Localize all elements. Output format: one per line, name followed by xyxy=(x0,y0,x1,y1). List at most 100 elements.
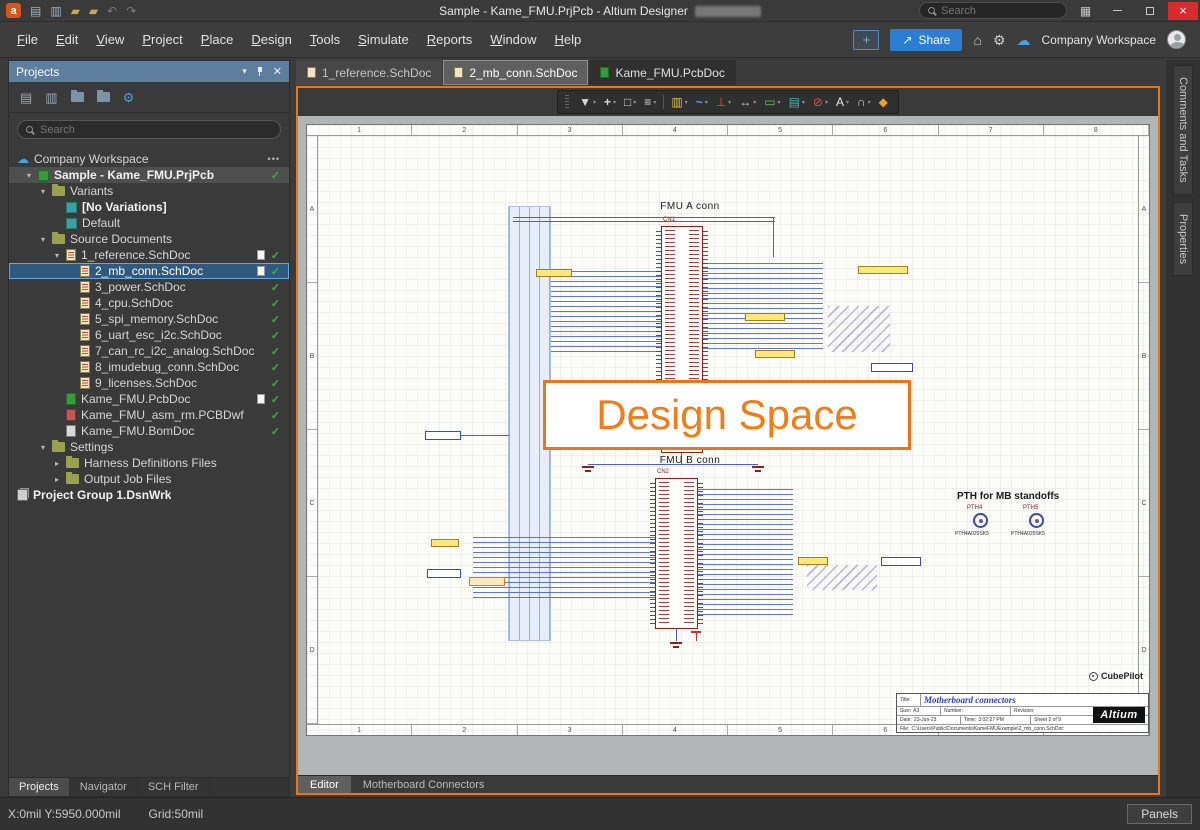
wire-bundle[interactable] xyxy=(551,271,661,353)
panel-close-icon[interactable]: ✕ xyxy=(273,65,282,78)
wire[interactable] xyxy=(513,217,775,218)
filter-button[interactable]: ▼ ▾ xyxy=(576,92,599,112)
tree-item-schdoc[interactable]: 5_spi_memory.SchDoc ✓ xyxy=(9,311,289,327)
wire-bundle[interactable] xyxy=(703,263,823,353)
gnd-symbol[interactable] xyxy=(582,466,594,474)
tree-item-project[interactable]: ▾ Sample - Kame_FMU.PrjPcb ✓ xyxy=(9,167,289,183)
connector-cn2[interactable] xyxy=(650,478,703,629)
port[interactable] xyxy=(425,431,461,440)
global-search[interactable] xyxy=(919,2,1067,19)
sheet-symbol-button[interactable]: ▭ ▾ xyxy=(761,92,783,112)
selection-button[interactable]: □ ▾ xyxy=(621,92,639,112)
tree-item-source-documents[interactable]: ▾ Source Documents xyxy=(9,231,289,247)
add-user-button[interactable]: + xyxy=(853,29,880,50)
panel-dropdown-icon[interactable]: ▾ xyxy=(242,67,247,76)
tree-item-schdoc-selected[interactable]: 2_mb_conn.SchDoc ✓ xyxy=(9,263,289,279)
menu-edit[interactable]: Edit xyxy=(47,28,87,51)
gear-icon[interactable]: ⚙ xyxy=(993,33,1006,47)
close-button[interactable]: × xyxy=(1168,1,1198,20)
wire[interactable] xyxy=(676,629,677,641)
port[interactable] xyxy=(871,363,913,372)
maximize-button[interactable] xyxy=(1136,2,1163,20)
wire-button[interactable]: ~ ▾ xyxy=(693,92,711,112)
pad-button[interactable]: ◆ xyxy=(876,92,891,112)
wire[interactable] xyxy=(773,217,774,257)
expand-icon[interactable]: ▾ xyxy=(41,235,52,244)
power-port-button[interactable]: ⊥ ▾ xyxy=(713,92,734,112)
port[interactable] xyxy=(427,569,461,578)
no-erc-button[interactable]: ⊘ ▾ xyxy=(810,92,831,112)
tab-sch-filter[interactable]: SCH Filter xyxy=(138,778,210,796)
tree-item-schdoc[interactable]: 9_licenses.SchDoc ✓ xyxy=(9,375,289,391)
tree-item-schdoc[interactable]: ▾ 1_reference.SchDoc ✓ xyxy=(9,247,289,263)
explorer-icon[interactable] xyxy=(96,90,110,102)
avatar[interactable] xyxy=(1167,30,1186,49)
minimize-button[interactable] xyxy=(1104,2,1131,20)
datasheet-button[interactable]: ▤ ▾ xyxy=(786,92,808,112)
tree-item-bomdoc[interactable]: Kame_FMU.BomDoc ✓ xyxy=(9,423,289,439)
tree-item-schdoc[interactable]: 4_cpu.SchDoc ✓ xyxy=(9,295,289,311)
net-label[interactable] xyxy=(858,266,908,274)
undo-icon[interactable]: ↶ xyxy=(107,5,117,17)
dimension-button[interactable]: ↔ ▾ xyxy=(736,92,759,112)
power-symbol[interactable] xyxy=(691,631,701,641)
tab-editor[interactable]: Editor xyxy=(298,776,351,793)
text-button[interactable]: A ▾ xyxy=(833,92,852,112)
menu-reports[interactable]: Reports xyxy=(418,28,482,51)
menu-window[interactable]: Window xyxy=(481,28,545,51)
open-folder-icon[interactable]: ▰ xyxy=(71,5,80,17)
save-all-icon[interactable]: ▥ xyxy=(50,5,61,17)
net-label[interactable] xyxy=(431,539,459,547)
doc-tab-reference[interactable]: 1_reference.SchDoc xyxy=(296,60,443,85)
open-project-icon[interactable]: ▰ xyxy=(89,5,98,17)
menu-simulate[interactable]: Simulate xyxy=(349,28,418,51)
menu-place[interactable]: Place xyxy=(192,28,243,51)
net-label[interactable] xyxy=(536,269,572,277)
tree-item-default[interactable]: Default xyxy=(9,215,289,231)
doc-tab-mb-conn[interactable]: 2_mb_conn.SchDoc xyxy=(443,60,589,85)
share-button[interactable]: ↗ Share xyxy=(890,28,963,51)
tree-item-project-group[interactable]: Project Group 1.DsnWrk xyxy=(9,487,289,503)
menu-help[interactable]: Help xyxy=(546,28,591,51)
global-search-input[interactable] xyxy=(941,4,1058,17)
collapse-icon[interactable]: ▸ xyxy=(55,475,66,484)
tree-item-schdoc[interactable]: 8_imudebug_conn.SchDoc ✓ xyxy=(9,359,289,375)
net-label[interactable] xyxy=(798,557,828,565)
tab-motherboard-connectors[interactable]: Motherboard Connectors xyxy=(351,776,497,793)
arc-button[interactable]: ∩ ▾ xyxy=(854,92,874,112)
projects-search[interactable] xyxy=(17,120,281,139)
expand-icon[interactable]: ▾ xyxy=(41,187,52,196)
menu-file[interactable]: File xyxy=(8,28,47,51)
tree-item-pcbdoc[interactable]: Kame_FMU.PcbDoc ✓ xyxy=(9,391,289,407)
wire-bundle[interactable] xyxy=(698,489,793,617)
tree-item-variants[interactable]: ▾ Variants xyxy=(9,183,289,199)
projects-search-input[interactable] xyxy=(40,123,272,136)
open-folder-icon[interactable] xyxy=(70,90,84,102)
more-icon[interactable]: ••• xyxy=(268,154,280,164)
tree-item-no-variations[interactable]: [No Variations] xyxy=(9,199,289,215)
wire[interactable] xyxy=(461,435,509,436)
menu-project[interactable]: Project xyxy=(133,28,191,51)
save-icon[interactable]: ▤ xyxy=(30,5,41,17)
expand-icon[interactable]: ▾ xyxy=(41,443,52,452)
panels-button[interactable]: Panels xyxy=(1127,804,1192,824)
tree-item-harness-definitions[interactable]: ▸ Harness Definitions Files xyxy=(9,455,289,471)
menu-view[interactable]: View xyxy=(87,28,133,51)
gnd-symbol[interactable] xyxy=(752,466,764,474)
tree-item-schdoc[interactable]: 3_power.SchDoc ✓ xyxy=(9,279,289,295)
tree-item-workspace[interactable]: ☁ Company Workspace ••• xyxy=(9,151,289,167)
schematic-canvas[interactable]: 12345678 12345678 ABCD ABCD FMU A conn C… xyxy=(298,116,1158,775)
toolbar-grip[interactable] xyxy=(565,95,570,109)
expand-icon[interactable]: ▾ xyxy=(27,171,38,180)
reuse-block-button[interactable]: ▥ ▾ xyxy=(668,92,690,112)
gnd-symbol[interactable] xyxy=(670,642,682,650)
tab-navigator[interactable]: Navigator xyxy=(70,778,138,796)
tab-properties[interactable]: Properties xyxy=(1173,201,1193,276)
menu-design[interactable]: Design xyxy=(242,28,300,51)
settings-gear-icon[interactable]: ⚙ xyxy=(123,91,135,104)
tree-item-settings[interactable]: ▾ Settings xyxy=(9,439,289,455)
layout-icon[interactable]: ▦ xyxy=(1072,2,1099,20)
doc-tab-pcbdoc[interactable]: Kame_FMU.PcbDoc xyxy=(589,60,736,85)
menu-tools[interactable]: Tools xyxy=(301,28,349,51)
pin-icon[interactable] xyxy=(256,67,264,76)
